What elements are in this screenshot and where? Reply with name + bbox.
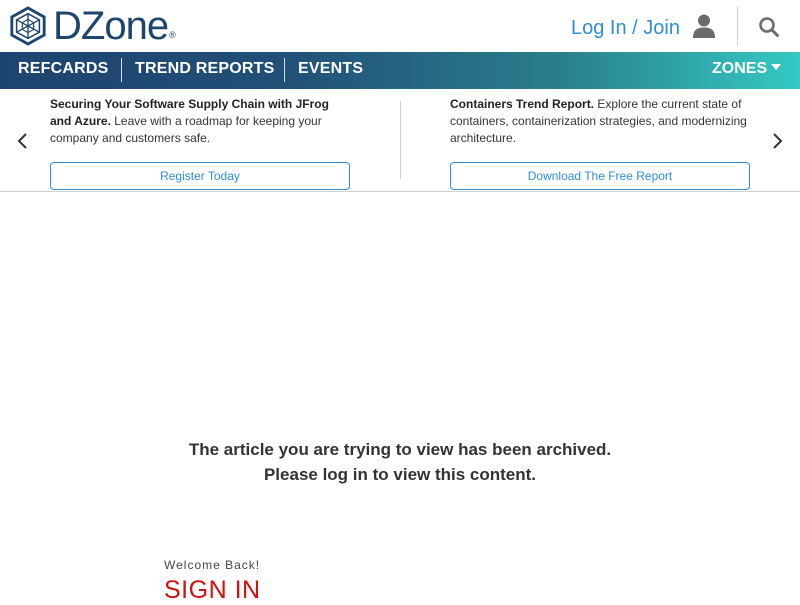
sign-in-heading: SIGN IN <box>164 576 261 604</box>
nav-trend-reports[interactable]: TREND REPORTS <box>135 52 275 89</box>
download-report-button[interactable]: Download The Free Report <box>450 162 750 190</box>
login-join-link[interactable]: Log In / Join <box>571 16 680 40</box>
chevron-left-icon[interactable] <box>17 133 29 149</box>
archived-line-2: Please log in to view this content. <box>263 465 537 484</box>
promo-divider <box>400 101 401 179</box>
promo-card-containers: Containers Trend Report. Explore the cur… <box>450 96 750 190</box>
main-nav: REFCARDS TREND REPORTS EVENTS ZONES <box>0 52 800 89</box>
nav-events[interactable]: EVENTS <box>298 52 363 89</box>
promo-text: Securing Your Software Supply Chain with… <box>50 96 350 147</box>
archived-message: The article you are trying to view has b… <box>0 437 800 487</box>
caret-down-icon <box>771 63 782 70</box>
chevron-right-icon[interactable] <box>771 133 783 149</box>
promo-carousel: Securing Your Software Supply Chain with… <box>0 89 800 192</box>
nav-refcards[interactable]: REFCARDS <box>18 52 109 89</box>
promo-title: Containers Trend Report. <box>450 97 595 111</box>
nav-separator <box>284 58 285 82</box>
registered-mark: ® <box>169 30 176 40</box>
welcome-back-label: Welcome Back! <box>164 558 261 572</box>
logo-text: DZone <box>53 4 169 48</box>
nav-separator <box>121 58 122 82</box>
dzone-logo[interactable]: DZone ® <box>9 6 176 46</box>
zones-label: ZONES <box>712 60 768 77</box>
site-header: DZone ® Log In / Join <box>0 0 800 52</box>
archived-line-1: The article you are trying to view has b… <box>188 440 612 459</box>
promo-text: Containers Trend Report. Explore the cur… <box>450 96 750 147</box>
user-icon[interactable] <box>691 13 717 39</box>
search-icon[interactable] <box>758 16 780 38</box>
zones-dropdown[interactable]: ZONES <box>712 52 782 89</box>
dzone-logo-icon <box>10 6 46 46</box>
register-today-button[interactable]: Register Today <box>50 162 350 190</box>
header-divider <box>737 6 738 46</box>
promo-card-jfrog: Securing Your Software Supply Chain with… <box>50 96 350 190</box>
